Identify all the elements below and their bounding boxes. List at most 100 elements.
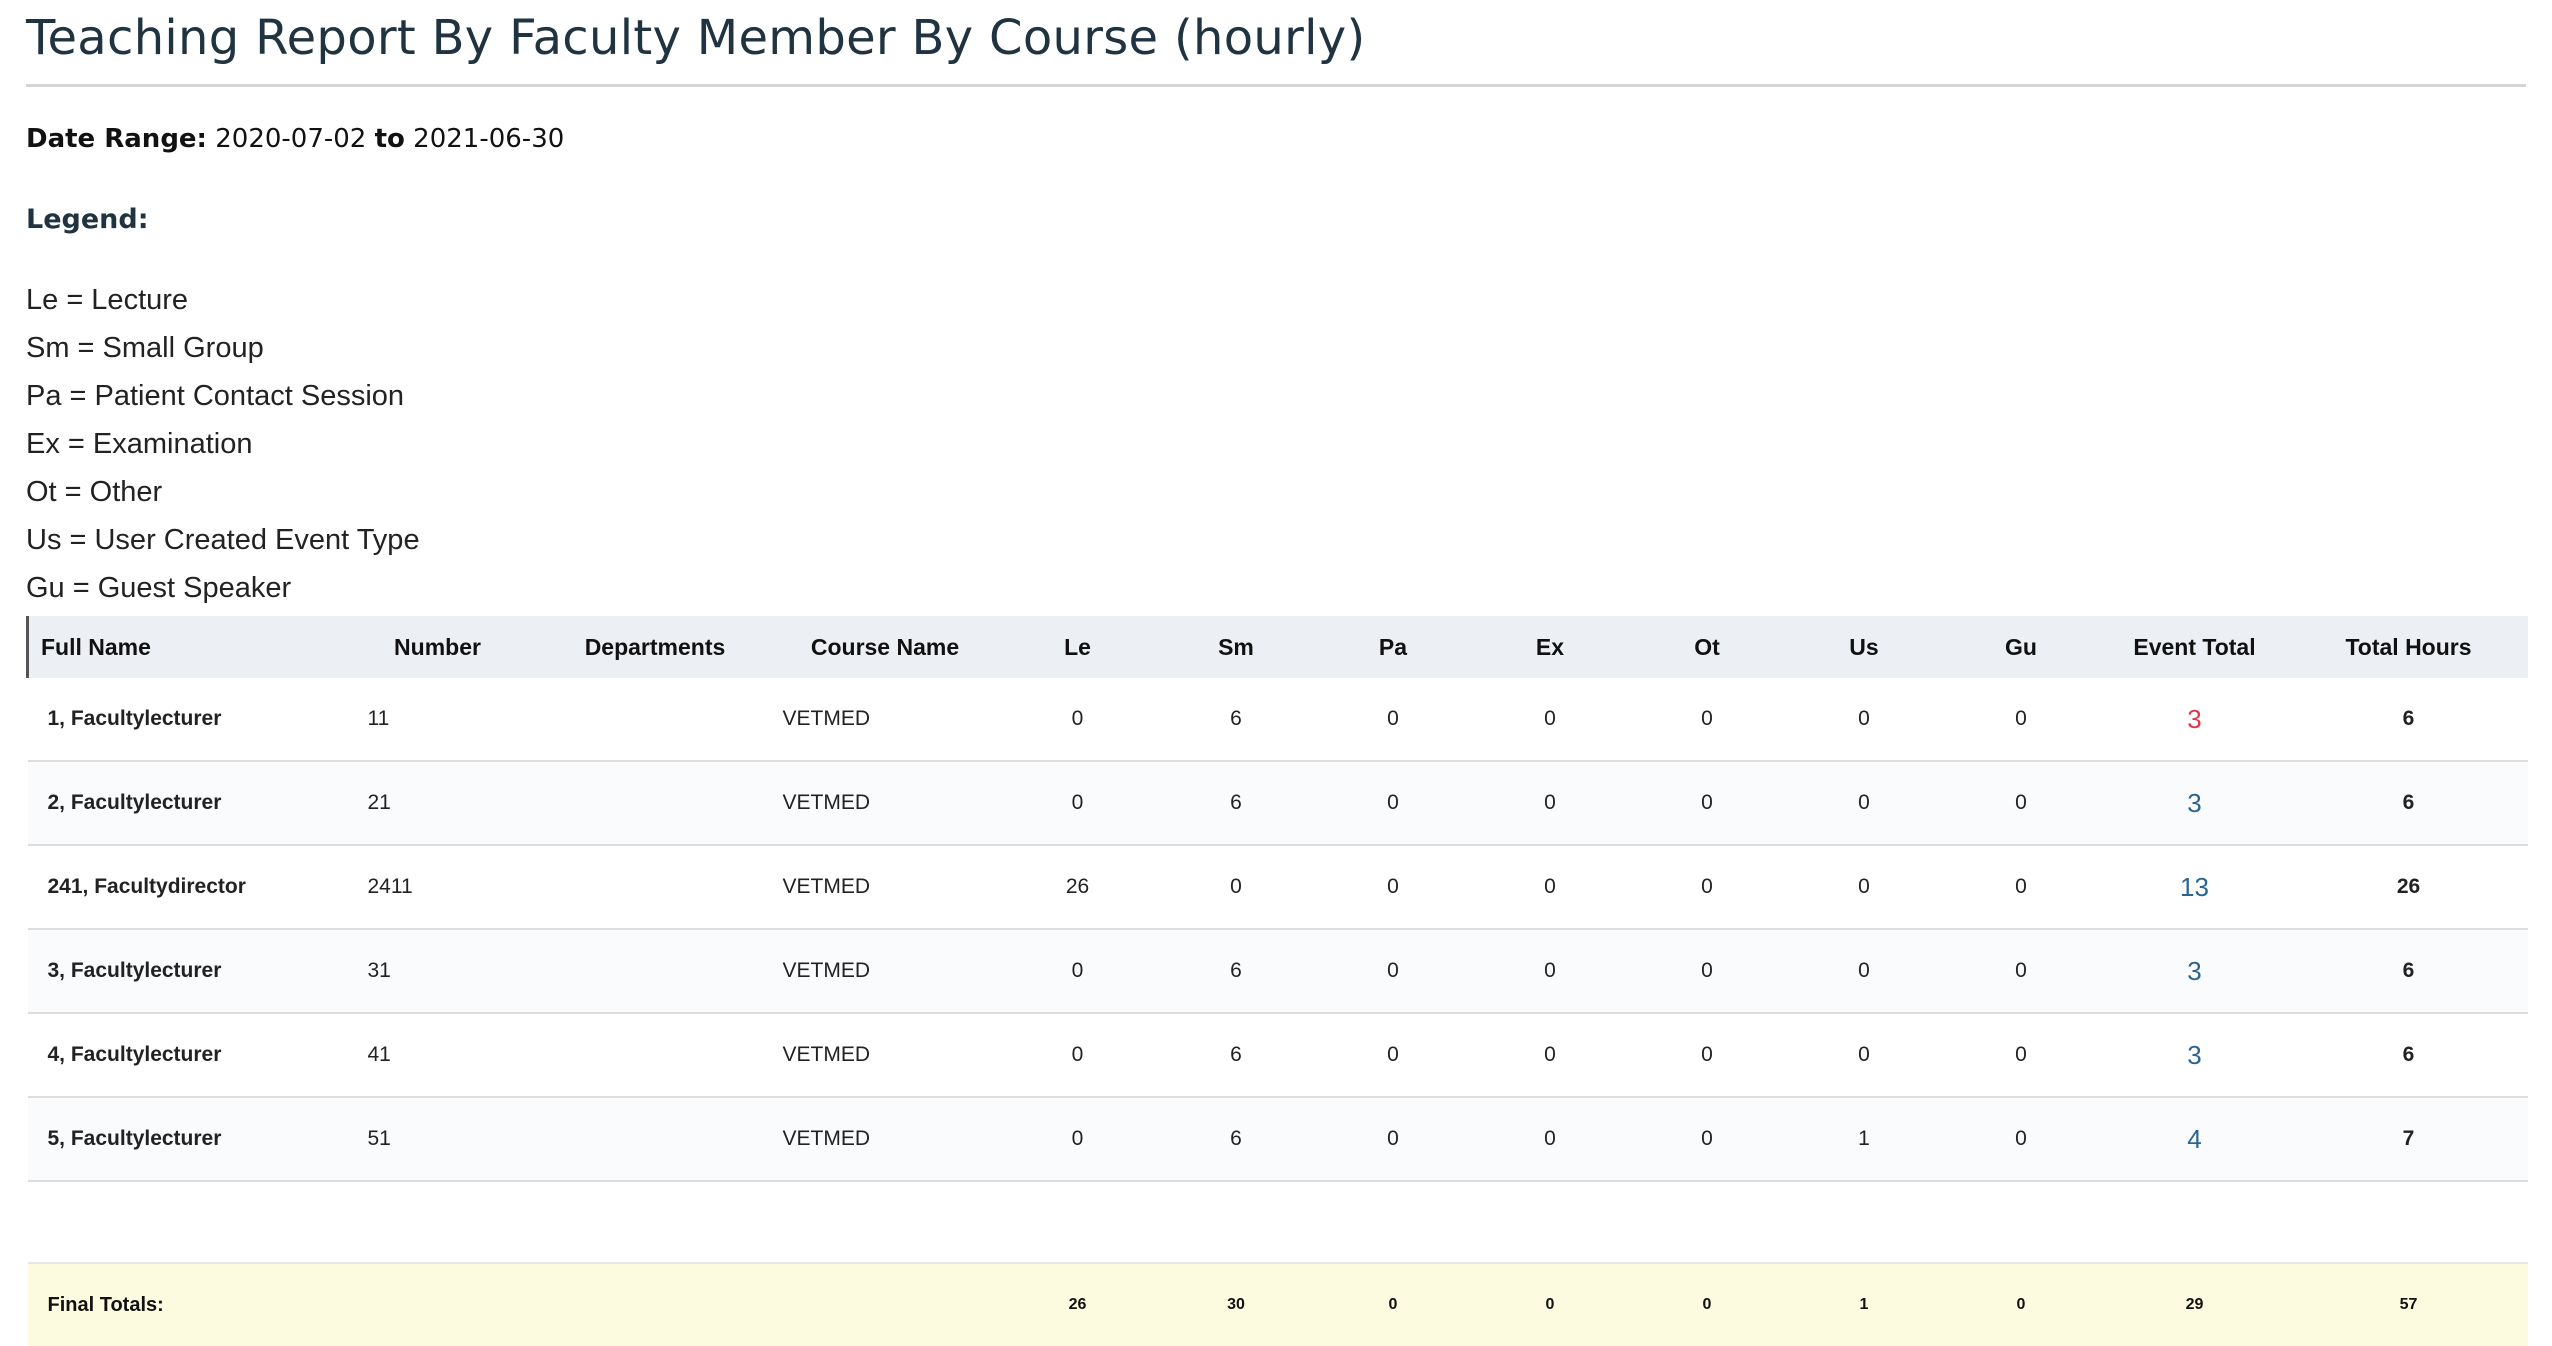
cell-total-hours: 26 [2289,845,2528,930]
cell-total-hours: 6 [2289,678,2528,762]
cell-full-name: 3, Facultylecturer [27,929,338,1014]
cell-course-name: VETMED [772,761,998,846]
totals-sm: 30 [1157,1263,1315,1346]
cell-gu: 0 [1942,845,2100,930]
totals-us: 1 [1785,1263,1943,1346]
legend-item-ot: Ot = Other [26,476,163,508]
cell-course-name: VETMED [772,1013,998,1098]
cell-gu: 0 [1942,929,2100,1014]
event-total-link[interactable]: 3 [2099,1013,2290,1098]
header-ot[interactable]: Ot [1628,616,1786,678]
cell-full-name: 4, Facultylecturer [27,1013,338,1098]
header-departments[interactable]: Departments [537,616,773,678]
cell-le: 26 [997,845,1158,930]
cell-us: 0 [1785,1013,1943,1098]
cell-course-name: VETMED [772,1097,998,1182]
cell-total-hours: 6 [2289,929,2528,1014]
header-ex[interactable]: Ex [1471,616,1629,678]
date-range: Date Range: 2020-07-02 to 2021-06-30 [26,124,564,154]
totals-empty-course [772,1263,998,1346]
header-le[interactable]: Le [997,616,1158,678]
cell-gu: 0 [1942,678,2100,762]
cell-departments [537,1013,773,1098]
date-range-label: Date Range: [26,124,207,154]
totals-pa: 0 [1314,1263,1472,1346]
cell-pa: 0 [1314,845,1472,930]
cell-departments [537,678,773,762]
cell-ot: 0 [1628,1097,1786,1182]
spacer-cell [27,1181,2528,1264]
cell-pa: 0 [1314,929,1472,1014]
cell-departments [537,845,773,930]
header-number[interactable]: Number [337,616,538,678]
event-total-link[interactable]: 3 [2099,678,2290,762]
cell-total-hours: 6 [2289,761,2528,846]
cell-pa: 0 [1314,678,1472,762]
table-row: 4, Facultylecturer 41 VETMED 0 6 0 0 0 0… [27,1013,2528,1098]
header-event-total[interactable]: Event Total [2099,616,2290,678]
title-divider [26,84,2526,87]
cell-departments [537,1097,773,1182]
cell-pa: 0 [1314,1097,1472,1182]
cell-us: 0 [1785,845,1943,930]
page-title: Teaching Report By Faculty Member By Cou… [26,10,1366,66]
cell-number: 31 [337,929,538,1014]
header-us[interactable]: Us [1785,616,1943,678]
cell-gu: 0 [1942,761,2100,846]
legend-item-gu: Gu = Guest Speaker [26,572,292,604]
cell-course-name: VETMED [772,678,998,762]
totals-total-hours: 57 [2289,1263,2528,1346]
table-row: 2, Facultylecturer 21 VETMED 0 6 0 0 0 0… [27,761,2528,846]
cell-number: 11 [337,678,538,762]
header-pa[interactable]: Pa [1314,616,1472,678]
cell-le: 0 [997,761,1158,846]
event-total-link[interactable]: 13 [2099,845,2290,930]
date-range-end: 2021-06-30 [413,124,565,154]
header-total-hours[interactable]: Total Hours [2289,616,2528,678]
cell-total-hours: 7 [2289,1097,2528,1182]
event-total-link[interactable]: 4 [2099,1097,2290,1182]
cell-number: 2411 [337,845,538,930]
cell-pa: 0 [1314,1013,1472,1098]
cell-us: 1 [1785,1097,1943,1182]
header-full-name[interactable]: Full Name [26,616,338,678]
event-total-link[interactable]: 3 [2099,929,2290,1014]
totals-label: Final Totals: [27,1263,338,1346]
cell-ot: 0 [1628,678,1786,762]
table-row: 3, Facultylecturer 31 VETMED 0 6 0 0 0 0… [27,929,2528,1014]
cell-sm: 0 [1157,845,1315,930]
legend-item-us: Us = User Created Event Type [26,524,420,556]
cell-number: 51 [337,1097,538,1182]
totals-ot: 0 [1628,1263,1786,1346]
cell-departments [537,761,773,846]
header-gu[interactable]: Gu [1942,616,2100,678]
cell-departments [537,929,773,1014]
cell-ot: 0 [1628,845,1786,930]
cell-ot: 0 [1628,1013,1786,1098]
cell-full-name: 1, Facultylecturer [27,678,338,762]
date-range-start: 2020-07-02 [215,124,367,154]
table-row: 241, Facultydirector 2411 VETMED 26 0 0 … [27,845,2528,930]
cell-ot: 0 [1628,929,1786,1014]
cell-le: 0 [997,1097,1158,1182]
cell-full-name: 2, Facultylecturer [27,761,338,846]
legend-item-pa: Pa = Patient Contact Session [26,380,405,412]
cell-le: 0 [997,1013,1158,1098]
teaching-report-table: Full Name Number Departments Course Name… [26,616,2528,1346]
totals-le: 26 [997,1263,1158,1346]
cell-course-name: VETMED [772,845,998,930]
header-sm[interactable]: Sm [1157,616,1315,678]
cell-sm: 6 [1157,761,1315,846]
header-course-name[interactable]: Course Name [772,616,998,678]
cell-us: 0 [1785,761,1943,846]
cell-number: 21 [337,761,538,846]
totals-empty-number [337,1263,538,1346]
table-row: 5, Facultylecturer 51 VETMED 0 6 0 0 0 1… [27,1097,2528,1182]
table-header-row: Full Name Number Departments Course Name… [26,616,2528,678]
totals-event-total: 29 [2099,1263,2290,1346]
totals-gu: 0 [1942,1263,2100,1346]
cell-full-name: 241, Facultydirector [27,845,338,930]
legend-list: Le = Lecture Sm = Small Group Pa = Patie… [26,276,420,612]
event-total-link[interactable]: 3 [2099,761,2290,846]
legend-item-ex: Ex = Examination [26,428,253,460]
